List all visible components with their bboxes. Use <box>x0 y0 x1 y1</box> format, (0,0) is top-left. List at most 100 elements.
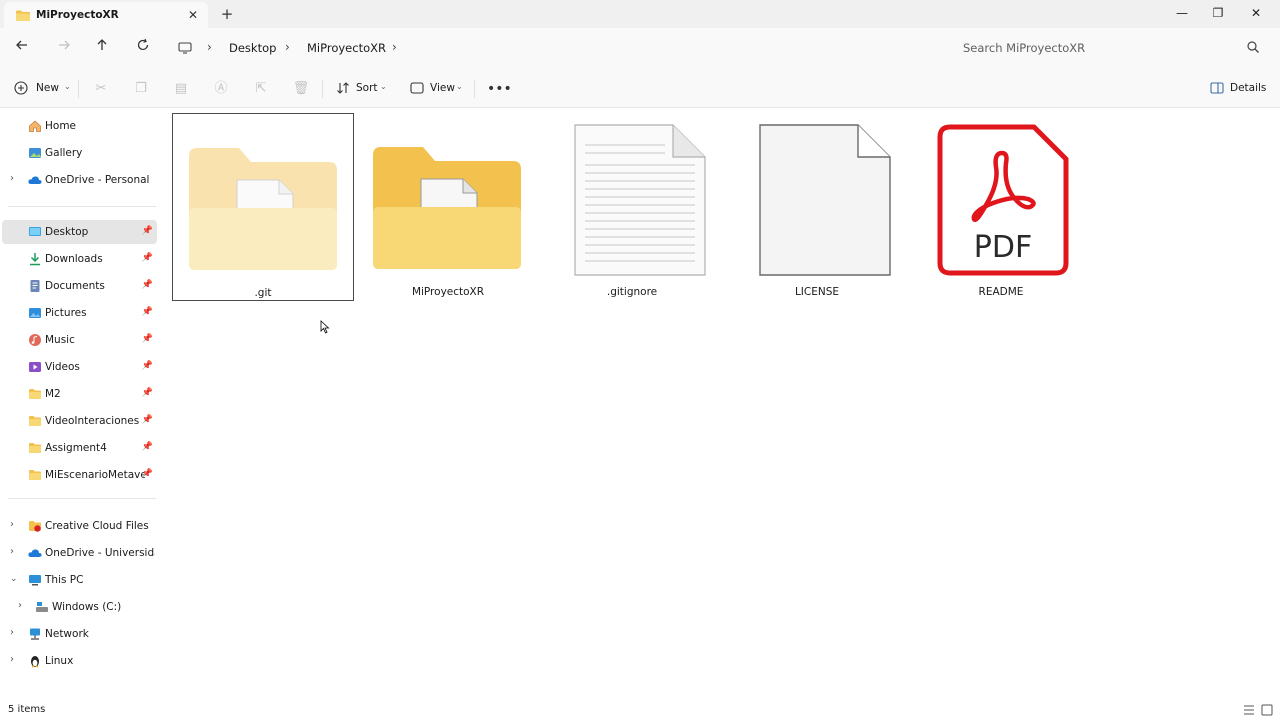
file-item-readme[interactable]: PDF README <box>910 113 1092 301</box>
title-bar: MiProyectoXR ✕ + — ❐ ✕ <box>0 0 1280 28</box>
sidebar-item-downloads[interactable]: Downloads 📌 <box>2 247 157 271</box>
sidebar-item-home[interactable]: Home <box>2 114 157 138</box>
chevron-right-icon[interactable]: › <box>10 546 14 557</box>
view-label: View <box>430 82 455 94</box>
file-item-license[interactable]: LICENSE <box>726 113 908 301</box>
refresh-icon <box>137 38 149 51</box>
folder-icon <box>373 147 521 269</box>
pictures-icon <box>29 308 41 318</box>
delete-icon[interactable]: 🗑 <box>292 80 310 98</box>
breadcrumb[interactable]: › Desktop › MiProyectoXR › <box>170 32 940 64</box>
pdf-icon: PDF <box>937 124 1069 276</box>
chevron-right-icon[interactable]: › <box>10 627 14 638</box>
refresh-button[interactable] <box>133 38 153 58</box>
sidebar-item-creative-cloud[interactable]: › Creative Cloud Files <box>2 514 157 538</box>
sidebar-item-documents[interactable]: Documents 📌 <box>2 274 157 298</box>
share-icon[interactable]: ⇱ <box>252 80 270 98</box>
breadcrumb-desktop[interactable]: Desktop <box>229 41 276 55</box>
new-tab-button[interactable]: + <box>218 4 236 24</box>
sidebar-item-miescenariometaverso[interactable]: MiEscenarioMetaversc 📌 <box>2 463 157 487</box>
sort-label: Sort <box>356 82 378 94</box>
pin-icon[interactable]: 📌 <box>142 334 153 344</box>
folder-icon <box>16 10 30 21</box>
divider <box>78 80 79 98</box>
file-name: README <box>978 286 1024 298</box>
back-button[interactable] <box>12 38 32 58</box>
restore-button[interactable]: ❐ <box>1200 0 1236 28</box>
sidebar-item-onedrive-personal[interactable]: › OneDrive - Personal <box>2 168 157 192</box>
monitor-icon[interactable] <box>178 42 192 54</box>
sidebar-item-windows-c[interactable]: › Windows (C:) <box>2 595 157 619</box>
close-button[interactable]: ✕ <box>1238 0 1274 28</box>
chevron-down-icon[interactable]: ⌄ <box>10 574 18 584</box>
linux-icon <box>31 656 39 668</box>
sidebar-item-gallery[interactable]: Gallery <box>2 141 157 165</box>
file-name: MiProyectoXR <box>411 286 485 298</box>
pc-icon <box>29 575 41 586</box>
view-icon <box>410 82 424 94</box>
breadcrumb-miproyectoxr[interactable]: MiProyectoXR <box>307 41 386 55</box>
plus-circle-icon <box>14 81 28 95</box>
more-options-icon[interactable]: ••• <box>487 80 512 98</box>
divider <box>474 80 475 98</box>
copy-icon[interactable]: ❐ <box>132 80 150 98</box>
command-bar: New ⌄ ✂ ❐ ▤ Ⓐ ⇱ 🗑 Sort ⌄ View ⌄ ••• Deta… <box>0 68 1280 108</box>
sidebar-item-assigment4[interactable]: Assigment4 📌 <box>2 436 157 460</box>
divider <box>8 206 156 207</box>
gallery-icon <box>29 148 41 158</box>
pin-icon[interactable]: 📌 <box>142 226 153 236</box>
sidebar-item-videos[interactable]: Videos 📌 <box>2 355 157 379</box>
file-name: .gitignore <box>606 286 658 298</box>
folder-icon <box>29 389 41 399</box>
paste-icon[interactable]: ▤ <box>172 80 190 98</box>
sidebar-item-pictures[interactable]: Pictures 📌 <box>2 301 157 325</box>
search-box[interactable]: Search MiProyectoXR <box>950 32 1272 64</box>
chevron-right-icon[interactable]: › <box>207 40 212 54</box>
music-icon <box>29 334 41 346</box>
pin-icon[interactable]: 📌 <box>142 442 153 452</box>
sidebar-item-network[interactable]: › Network <box>2 622 157 646</box>
pin-icon[interactable]: 📌 <box>142 415 153 425</box>
sidebar-item-this-pc[interactable]: ⌄ This PC <box>2 568 157 592</box>
onedrive-icon <box>28 176 42 184</box>
chevron-right-icon[interactable]: › <box>392 40 397 54</box>
tab-active[interactable]: MiProyectoXR ✕ <box>4 2 208 28</box>
details-view-icon[interactable] <box>1243 704 1255 716</box>
pin-icon[interactable]: 📌 <box>142 469 153 479</box>
home-icon <box>29 120 41 132</box>
pin-icon[interactable]: 📌 <box>142 361 153 371</box>
chevron-right-icon[interactable]: › <box>10 654 14 665</box>
sidebar-item-videointeraciones[interactable]: VideoInteraciones 📌 <box>2 409 157 433</box>
file-view[interactable]: .git MiProyectoXR .gitignore LICENSE PDF… <box>160 108 1280 700</box>
sidebar-item-onedrive-universidad[interactable]: › OneDrive - Universidad d <box>2 541 157 565</box>
pin-icon[interactable]: 📌 <box>142 307 153 317</box>
rename-icon[interactable]: Ⓐ <box>212 80 230 98</box>
chevron-right-icon[interactable]: › <box>10 173 14 184</box>
sidebar-item-m2[interactable]: M2 📌 <box>2 382 157 406</box>
chevron-down-icon: ⌄ <box>456 82 463 91</box>
arrow-right-icon <box>59 40 70 50</box>
pin-icon[interactable]: 📌 <box>142 388 153 398</box>
sidebar-item-music[interactable]: Music 📌 <box>2 328 157 352</box>
pin-icon[interactable]: 📌 <box>142 253 153 263</box>
file-item-miproyectoxr[interactable]: MiProyectoXR <box>357 113 539 301</box>
pin-icon[interactable]: 📌 <box>142 280 153 290</box>
file-item-gitignore[interactable]: .gitignore <box>541 113 723 301</box>
search-input[interactable]: Search MiProyectoXR <box>963 41 1085 55</box>
navigation-pane: Home Gallery › OneDrive - Personal Deskt… <box>0 108 160 700</box>
large-icons-view-icon[interactable] <box>1261 704 1273 716</box>
chevron-right-icon[interactable]: › <box>18 600 22 611</box>
up-button[interactable] <box>92 38 112 58</box>
tab-close-button[interactable]: ✕ <box>184 6 202 24</box>
folder-icon <box>29 443 41 453</box>
sidebar-item-linux[interactable]: › Linux <box>2 649 157 673</box>
folder-icon <box>29 416 41 426</box>
minimize-button[interactable]: — <box>1164 0 1200 28</box>
onedrive-icon <box>28 549 42 557</box>
file-item-git[interactable]: .git <box>172 113 354 301</box>
chevron-right-icon[interactable]: › <box>10 519 14 530</box>
forward-button[interactable] <box>54 38 74 58</box>
cut-icon[interactable]: ✂ <box>92 80 110 98</box>
chevron-right-icon[interactable]: › <box>285 40 290 54</box>
sidebar-item-desktop[interactable]: Desktop 📌 <box>2 220 157 244</box>
